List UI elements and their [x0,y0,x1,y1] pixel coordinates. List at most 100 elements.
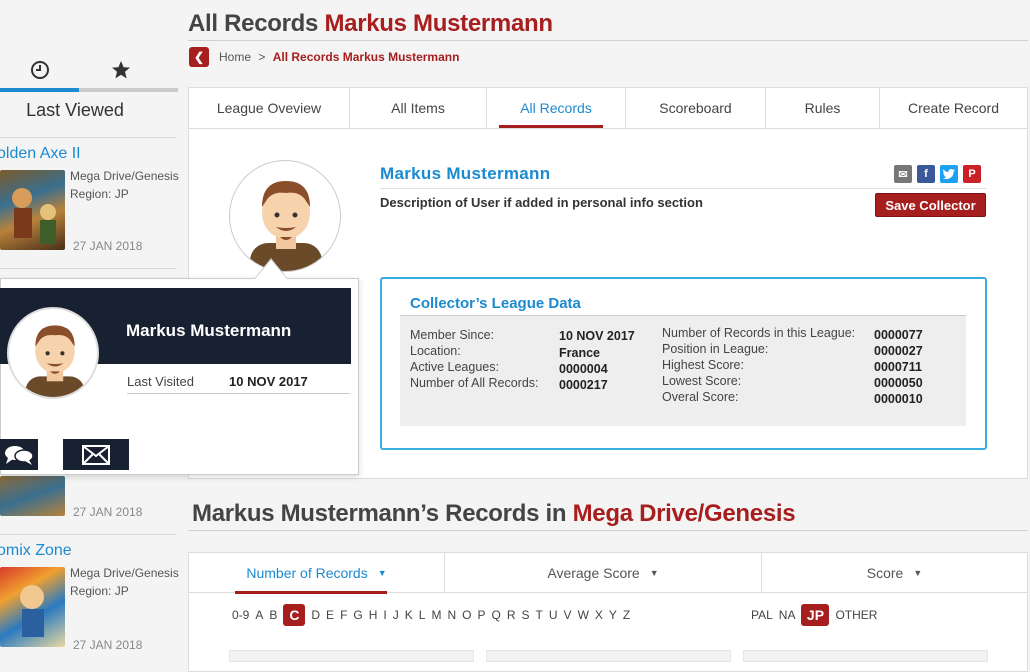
tab-scoreboard[interactable]: Scoreboard [626,88,766,128]
alpha-filter-a[interactable]: A [255,608,263,622]
alpha-filter-b[interactable]: B [269,608,277,622]
breadcrumb-home[interactable]: Home [219,50,251,64]
alpha-filter-i[interactable]: I [383,608,386,622]
records-title-prefix: Markus Mustermann’s Records in [192,500,567,527]
alpha-filter-l[interactable]: L [419,608,426,622]
section-divider [188,530,1028,531]
back-button[interactable]: ❮ [189,47,209,67]
alpha-filter-s[interactable]: S [522,608,530,622]
alpha-filter-k[interactable]: K [405,608,413,622]
envelope-icon [82,444,110,465]
sort-score[interactable]: Score ▼ [762,553,1027,593]
page-title: All Records Markus Mustermann [188,10,553,38]
tab-create-record[interactable]: Create Record [880,88,1027,128]
avatar[interactable] [229,160,341,272]
record-card[interactable] [229,650,474,662]
alpha-filter-o[interactable]: O [462,608,471,622]
alpha-filter-n[interactable]: N [447,608,456,622]
alpha-filter-t[interactable]: T [536,608,543,622]
stat-label: Lowest Score: [662,374,742,388]
message-button[interactable] [63,439,129,470]
pinterest-icon[interactable]: P [963,165,981,183]
alpha-filter-q[interactable]: Q [492,608,501,622]
alpha-filter-g[interactable]: G [353,608,362,622]
stat-label: Member Since: [410,328,495,342]
game-title-link[interactable]: olden Axe II [0,145,81,163]
alpha-filter-j[interactable]: J [393,608,399,622]
divider [0,137,176,138]
popup-avatar[interactable] [7,307,99,399]
stat-value: 0000027 [874,344,923,358]
breadcrumb-current: All Records Markus Mustermann [272,50,460,64]
league-data-table: Member Since: 10 NOV 2017 Location: Fran… [400,316,966,426]
divider [380,188,986,189]
alpha-filter-p[interactable]: P [477,608,485,622]
game-platform: Mega Drive/Genesis [70,169,179,183]
facebook-icon[interactable]: f [917,165,935,183]
divider [0,534,176,535]
record-card[interactable] [486,650,731,662]
stat-label: Number of Records in this League: [662,326,856,340]
sort-label: Score [866,565,904,581]
region-filter-na[interactable]: NA [779,608,796,622]
last-visited-label: Last Visited [127,374,194,389]
divider [0,268,176,269]
alpha-filter-h[interactable]: H [369,608,378,622]
stat-label: Number of All Records: [410,376,539,390]
game-platform: Mega Drive/Genesis [70,566,179,580]
stat-label: Active Leagues: [410,360,499,374]
last-visited-date: 10 NOV 2017 [229,374,308,389]
save-collector-button[interactable]: Save Collector [875,193,986,217]
alpha-filter-x[interactable]: X [595,608,603,622]
region-filter-pal[interactable]: PAL [751,608,773,622]
game-cover-thumbnail[interactable] [0,567,65,647]
alpha-filter-0-9[interactable]: 0-9 [232,608,249,622]
sidebar-tabs [0,52,178,92]
alpha-filter-y[interactable]: Y [609,608,617,622]
alpha-filter-f[interactable]: F [340,608,347,622]
page-title-name: Markus Mustermann [324,10,553,37]
stat-value: 0000004 [559,362,608,376]
region-filter-other[interactable]: OTHER [835,608,877,622]
alpha-filter-r[interactable]: R [507,608,516,622]
user-name: Markus Mustermann [380,164,551,183]
record-card[interactable] [743,650,988,662]
tab-all-records[interactable]: All Records [487,88,626,128]
alpha-filter-u[interactable]: U [549,608,558,622]
alpha-filter-d[interactable]: D [311,608,320,622]
tab-all-items[interactable]: All Items [350,88,487,128]
chevron-down-icon: ▼ [377,568,387,578]
stat-value: France [559,346,600,360]
game-region: Region: JP [70,187,129,201]
stat-value: 0000077 [874,328,923,342]
recent-tab[interactable] [0,52,80,88]
region-filter: PAL NA JP OTHER [751,604,883,626]
twitter-icon[interactable] [940,165,958,183]
game-region: Region: JP [70,584,129,598]
alpha-filter-c[interactable]: C [283,604,306,626]
sort-number-of-records[interactable]: Number of Records ▼ [189,553,445,594]
user-avatar-icon [250,181,322,271]
sort-label: Average Score [547,565,640,581]
alpha-filter-w[interactable]: W [578,608,589,622]
game-cover-thumbnail[interactable] [0,170,65,250]
title-divider [188,40,1028,41]
alpha-filter-v[interactable]: V [564,608,572,622]
favorites-tab[interactable] [81,52,161,88]
alpha-filter-e[interactable]: E [326,608,334,622]
chat-icon [5,445,34,465]
alpha-filter-m[interactable]: M [431,608,441,622]
mail-icon[interactable]: ✉ [894,165,912,183]
game-date: 27 JAN 2018 [73,505,143,519]
chat-button[interactable] [0,439,38,470]
tab-league-overview[interactable]: League Oveview [189,88,350,128]
clock-icon [31,61,49,79]
tab-rules[interactable]: Rules [766,88,880,128]
region-filter-jp[interactable]: JP [801,604,830,626]
records-title-platform: Mega Drive/Genesis [572,500,796,527]
sort-average-score[interactable]: Average Score ▼ [445,553,762,593]
alpha-filter-z[interactable]: Z [623,608,630,622]
game-title-link[interactable]: omix Zone [0,542,72,560]
game-cover-thumbnail[interactable] [0,476,65,516]
league-data-title: Collector’s League Data [410,295,581,312]
